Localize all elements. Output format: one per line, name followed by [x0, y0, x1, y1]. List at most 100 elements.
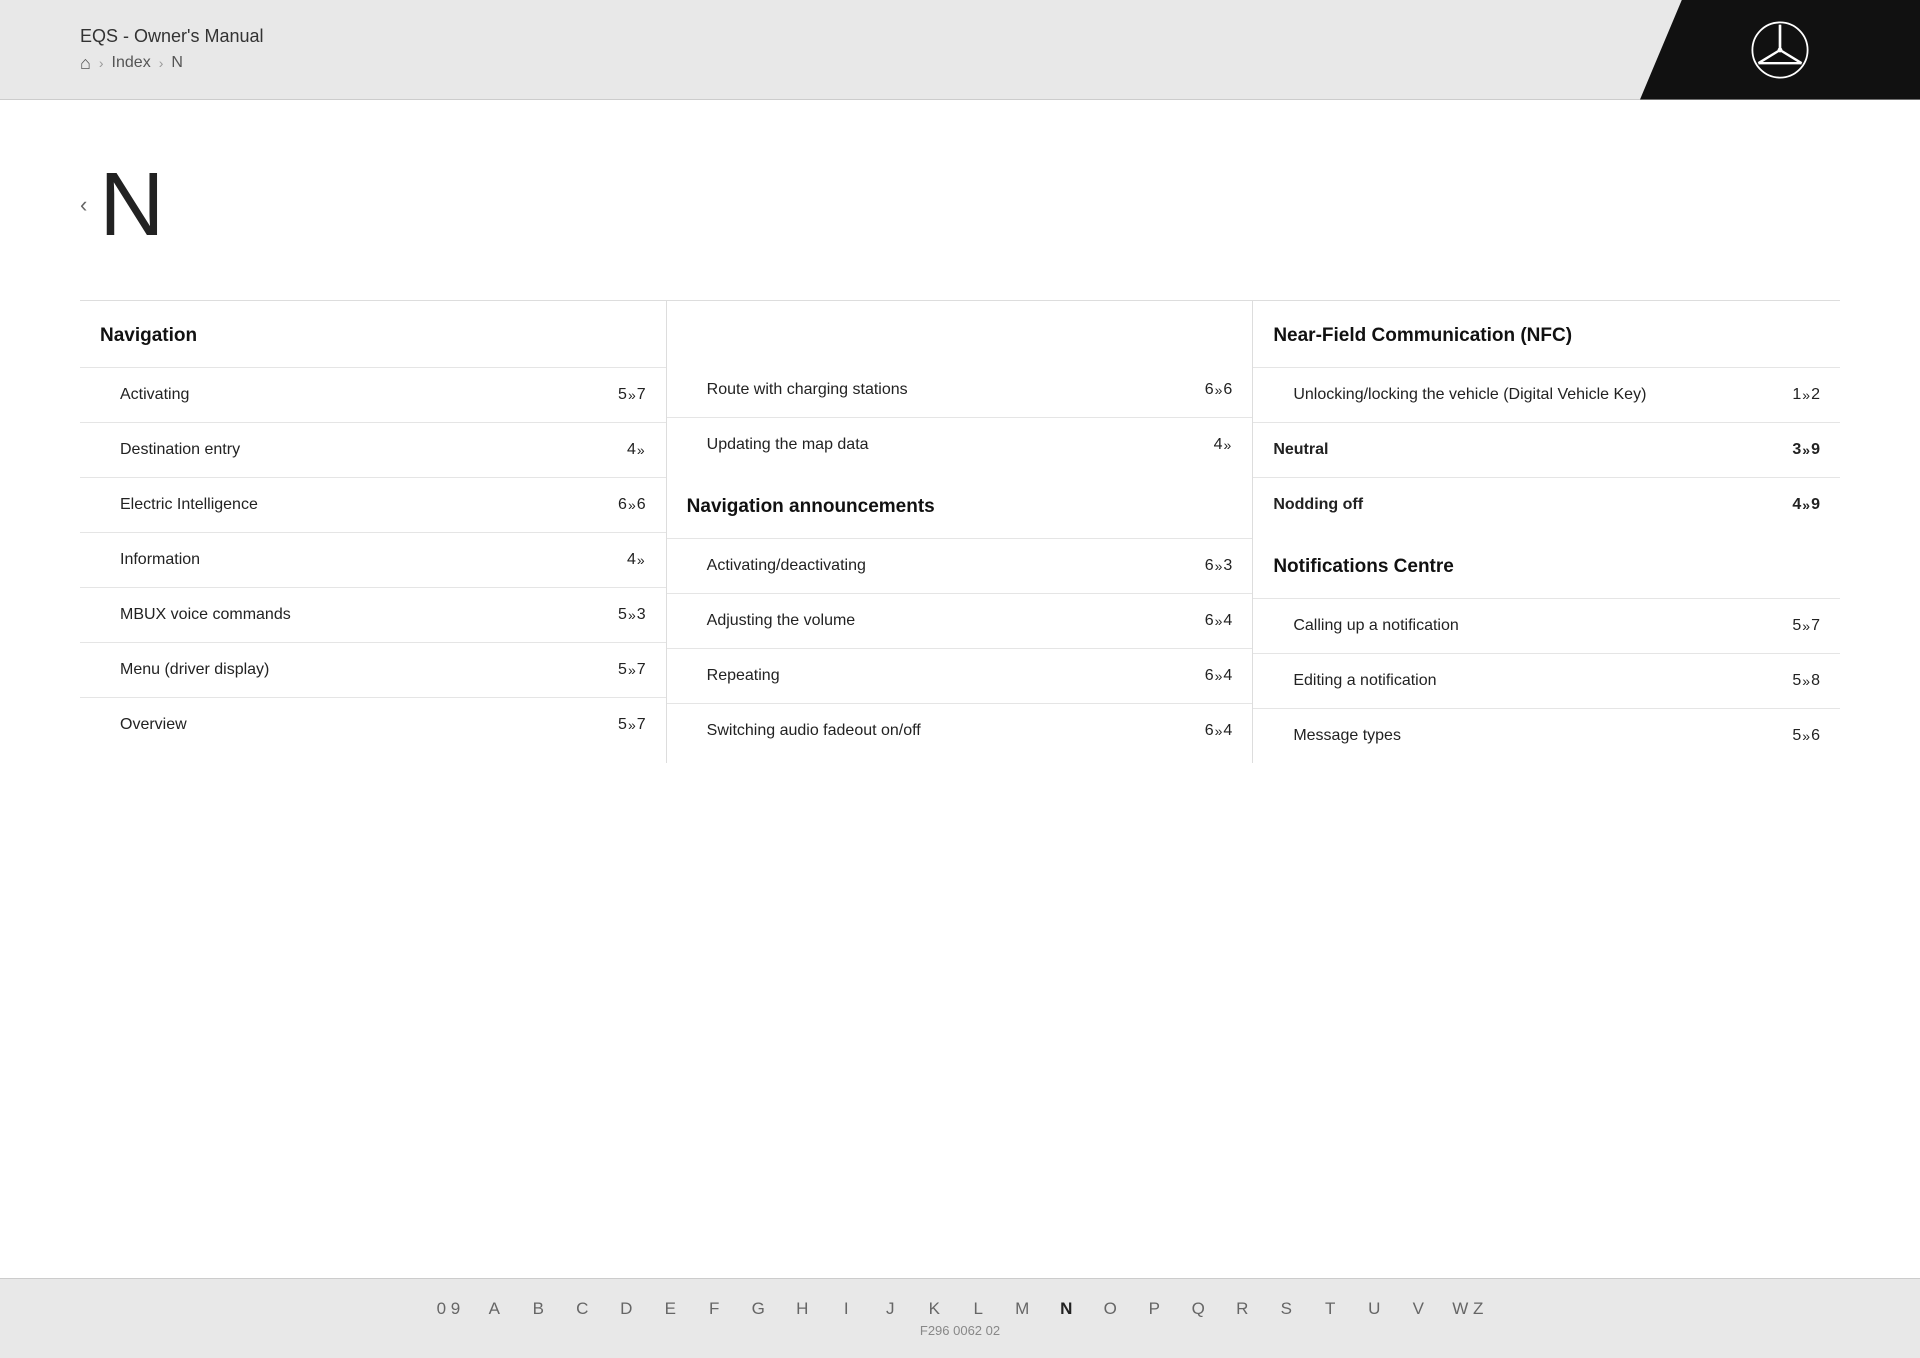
page-header: EQS - Owner's Manual ⌂ › Index › N [0, 0, 1920, 100]
prev-letter-arrow[interactable]: ‹ [80, 192, 87, 218]
neutral-section-entry[interactable]: Neutral 3»9 [1253, 422, 1840, 477]
entry-page: 4» [1214, 436, 1233, 454]
alpha-s[interactable]: S [1276, 1299, 1296, 1319]
alpha-d[interactable]: D [616, 1299, 636, 1319]
alpha-wz[interactable]: W Z [1452, 1299, 1483, 1319]
entry-page: 6»4 [1205, 667, 1233, 685]
list-item[interactable]: Message types 5»6 [1253, 708, 1840, 763]
list-item[interactable]: Adjusting the volume 6»4 [667, 593, 1253, 648]
alpha-l[interactable]: L [968, 1299, 988, 1319]
entry-page: 6»4 [1205, 612, 1233, 630]
entry-label: Updating the map data [707, 436, 1214, 454]
nodding-section-entry[interactable]: Nodding off 4»9 [1253, 477, 1840, 532]
alpha-o[interactable]: O [1100, 1299, 1120, 1319]
alpha-h[interactable]: H [792, 1299, 812, 1319]
entry-page: 6»4 [1205, 722, 1233, 740]
current-letter: N [99, 160, 164, 250]
nav-section-header: Navigation [80, 301, 666, 367]
entry-label: Overview [120, 716, 618, 734]
page-letter-row: ‹ N [80, 160, 1840, 250]
alpha-k[interactable]: K [924, 1299, 944, 1319]
entry-label: Activating [120, 386, 618, 404]
list-item[interactable]: Menu (driver display) 5»7 [80, 642, 666, 697]
breadcrumb-current: N [171, 54, 183, 72]
entry-label: Destination entry [120, 441, 627, 459]
list-item[interactable]: Updating the map data 4» [667, 417, 1253, 472]
entry-page: 5»7 [618, 716, 646, 734]
entry-page: 6»6 [1205, 381, 1233, 399]
list-item[interactable]: MBUX voice commands 5»3 [80, 587, 666, 642]
entry-label: Adjusting the volume [707, 612, 1205, 630]
entry-label: Neutral [1273, 441, 1792, 459]
alpha-j[interactable]: J [880, 1299, 900, 1319]
alpha-n[interactable]: N [1056, 1299, 1076, 1319]
list-item[interactable]: Electric Intelligence 6»6 [80, 477, 666, 532]
list-item[interactable]: Editing a notification 5»8 [1253, 653, 1840, 708]
notifications-section-header: Notifications Centre [1253, 532, 1840, 598]
alpha-u[interactable]: U [1364, 1299, 1384, 1319]
alpha-f[interactable]: F [704, 1299, 724, 1319]
entry-page: 5»7 [1792, 617, 1820, 635]
entry-label: MBUX voice commands [120, 606, 618, 624]
entry-page: 5»8 [1792, 672, 1820, 690]
nfc-section-header: Near-Field Communication (NFC) [1253, 301, 1840, 367]
alpha-q[interactable]: Q [1188, 1299, 1208, 1319]
entry-label: Unlocking/locking the vehicle (Digital V… [1293, 386, 1792, 404]
entry-page: 6»3 [1205, 557, 1233, 575]
entry-label: Calling up a notification [1293, 617, 1792, 635]
list-item[interactable]: Unlocking/locking the vehicle (Digital V… [1253, 367, 1840, 422]
nav-announcements-column: Route with charging stations 6»6 Updatin… [667, 301, 1254, 763]
mercedes-logo [1640, 0, 1920, 100]
list-item[interactable]: Repeating 6»4 [667, 648, 1253, 703]
header-left: EQS - Owner's Manual ⌂ › Index › N [80, 26, 264, 74]
list-item[interactable]: Route with charging stations 6»6 [667, 301, 1253, 417]
breadcrumb-index[interactable]: Index [112, 54, 151, 72]
entry-label: Switching audio fadeout on/off [707, 722, 1205, 740]
alpha-09[interactable]: 0 9 [437, 1299, 461, 1319]
list-item[interactable]: Calling up a notification 5»7 [1253, 598, 1840, 653]
alpha-g[interactable]: G [748, 1299, 768, 1319]
alpha-m[interactable]: M [1012, 1299, 1032, 1319]
list-item[interactable]: Activating 5»7 [80, 367, 666, 422]
alpha-v[interactable]: V [1408, 1299, 1428, 1319]
main-content: ‹ N Navigation Activating 5»7 Destinatio… [0, 100, 1920, 1278]
footer-code: F296 0062 02 [920, 1323, 1000, 1338]
mercedes-star-icon [1750, 20, 1810, 80]
page-footer: 0 9 A B C D E F G H I J K L M N O P Q R … [0, 1278, 1920, 1358]
alpha-r[interactable]: R [1232, 1299, 1252, 1319]
entry-label: Activating/deactivating [707, 557, 1205, 575]
breadcrumb: ⌂ › Index › N [80, 53, 264, 74]
entry-label: Route with charging stations [707, 381, 1205, 399]
entry-label: Menu (driver display) [120, 661, 618, 679]
manual-title: EQS - Owner's Manual [80, 26, 264, 47]
list-item[interactable]: Switching audio fadeout on/off 6»4 [667, 703, 1253, 758]
entry-label: Nodding off [1273, 496, 1792, 514]
entry-label: Information [120, 551, 627, 569]
alpha-i[interactable]: I [836, 1299, 856, 1319]
entry-label: Electric Intelligence [120, 496, 618, 514]
entry-page: 6»6 [618, 496, 646, 514]
entry-page: 5»7 [618, 661, 646, 679]
breadcrumb-sep-1: › [99, 55, 104, 71]
alpha-b[interactable]: B [528, 1299, 548, 1319]
list-item[interactable]: Overview 5»7 [80, 697, 666, 752]
nav-announcements-header: Navigation announcements [667, 472, 1253, 538]
entry-page: 4»9 [1792, 496, 1820, 514]
list-item[interactable]: Destination entry 4» [80, 422, 666, 477]
entry-page: 4» [627, 551, 646, 569]
list-item[interactable]: Information 4» [80, 532, 666, 587]
list-item[interactable]: Activating/deactivating 6»3 [667, 538, 1253, 593]
alpha-c[interactable]: C [572, 1299, 592, 1319]
entry-page: 1»2 [1792, 386, 1820, 404]
entry-page: 3»9 [1792, 441, 1820, 459]
entry-label: Message types [1293, 727, 1792, 745]
alpha-p[interactable]: P [1144, 1299, 1164, 1319]
entry-label: Editing a notification [1293, 672, 1792, 690]
alpha-e[interactable]: E [660, 1299, 680, 1319]
home-icon[interactable]: ⌂ [80, 53, 91, 74]
navigation-column: Navigation Activating 5»7 Destination en… [80, 301, 667, 763]
entry-page: 5»3 [618, 606, 646, 624]
alpha-a[interactable]: A [484, 1299, 504, 1319]
alpha-t[interactable]: T [1320, 1299, 1340, 1319]
entry-label: Repeating [707, 667, 1205, 685]
